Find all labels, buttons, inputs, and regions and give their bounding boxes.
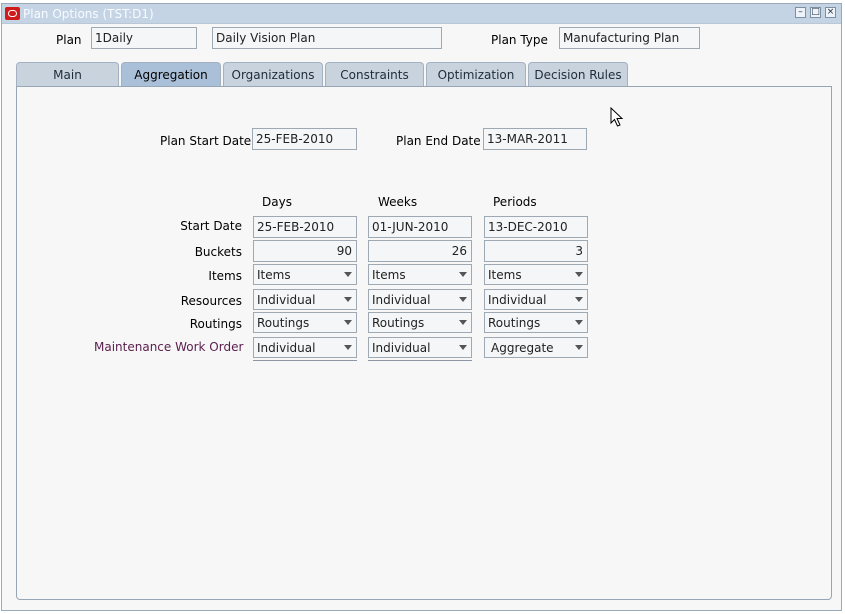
mouse-pointer-icon xyxy=(610,107,624,127)
days-items-select[interactable]: Items xyxy=(253,264,357,285)
weeks-maintenance-select[interactable]: Individual xyxy=(368,337,472,361)
periods-start-date-field[interactable]: 13-DEC-2010 xyxy=(484,216,588,238)
weeks-routings-select[interactable]: Routings xyxy=(368,312,472,333)
plan-type-label: Plan Type xyxy=(491,33,548,47)
row-label-maintenance-work-order: Maintenance Work Order xyxy=(94,340,244,354)
weeks-maintenance-value: Individual xyxy=(372,341,431,355)
column-header-days: Days xyxy=(262,195,292,209)
days-routings-value: Routings xyxy=(257,316,310,330)
plan-type-field[interactable]: Manufacturing Plan xyxy=(559,27,700,49)
tab-aggregation[interactable]: Aggregation xyxy=(121,62,221,87)
chevron-down-icon xyxy=(575,345,583,350)
tab-organizations[interactable]: Organizations xyxy=(223,62,323,86)
weeks-routings-value: Routings xyxy=(372,316,425,330)
row-label-routings: Routings xyxy=(189,317,242,331)
plan-end-date-label: Plan End Date xyxy=(396,134,481,148)
chevron-down-icon xyxy=(344,345,352,350)
column-header-periods: Periods xyxy=(493,195,537,209)
row-label-resources: Resources xyxy=(180,294,242,308)
chevron-down-icon xyxy=(575,272,583,277)
chevron-down-icon xyxy=(575,297,583,302)
periods-resources-value: Individual xyxy=(488,293,547,307)
periods-items-select[interactable]: Items xyxy=(484,264,588,285)
tab-constraints[interactable]: Constraints xyxy=(325,62,424,86)
plan-options-window: Plan Options (TST:D1) – □ × Plan 1Daily … xyxy=(1,3,842,611)
chevron-down-icon xyxy=(344,272,352,277)
periods-resources-select[interactable]: Individual xyxy=(484,289,588,310)
weeks-start-date-field[interactable]: 01-JUN-2010 xyxy=(368,216,472,238)
window-titlebar[interactable]: Plan Options (TST:D1) – □ × xyxy=(2,4,841,24)
days-buckets-field[interactable]: 90 xyxy=(253,240,357,262)
window-title: Plan Options (TST:D1) xyxy=(23,7,154,21)
days-resources-value: Individual xyxy=(257,293,316,307)
days-start-date-field[interactable]: 25-FEB-2010 xyxy=(253,216,357,238)
chevron-down-icon xyxy=(459,272,467,277)
weeks-resources-select[interactable]: Individual xyxy=(368,289,472,310)
column-header-weeks: Weeks xyxy=(378,195,418,209)
maximize-icon[interactable]: □ xyxy=(810,7,821,18)
days-items-value: Items xyxy=(257,268,291,282)
periods-maintenance-value: Aggregate xyxy=(491,341,554,355)
weeks-items-select[interactable]: Items xyxy=(368,264,472,285)
chevron-down-icon xyxy=(344,320,352,325)
chevron-down-icon xyxy=(575,320,583,325)
plan-label: Plan xyxy=(56,33,82,47)
plan-description-field[interactable]: Daily Vision Plan xyxy=(212,27,442,49)
weeks-buckets-field[interactable]: 26 xyxy=(368,240,472,262)
periods-buckets-field[interactable]: 3 xyxy=(484,240,588,262)
chevron-down-icon xyxy=(344,297,352,302)
periods-items-value: Items xyxy=(488,268,522,282)
days-resources-select[interactable]: Individual xyxy=(253,289,357,310)
periods-routings-select[interactable]: Routings xyxy=(484,312,588,333)
chevron-down-icon xyxy=(459,320,467,325)
days-maintenance-value: Individual xyxy=(257,341,316,355)
weeks-items-value: Items xyxy=(372,268,406,282)
row-label-buckets: Buckets xyxy=(194,245,242,259)
tab-main[interactable]: Main xyxy=(16,62,119,86)
oracle-logo-icon xyxy=(5,7,20,20)
weeks-resources-value: Individual xyxy=(372,293,431,307)
periods-routings-value: Routings xyxy=(488,316,541,330)
days-maintenance-select[interactable]: Individual xyxy=(253,337,357,361)
close-icon[interactable]: × xyxy=(825,7,836,18)
tab-decision-rules[interactable]: Decision Rules xyxy=(528,62,628,86)
days-routings-select[interactable]: Routings xyxy=(253,312,357,333)
plan-end-date-field[interactable]: 13-MAR-2011 xyxy=(483,128,587,150)
minimize-icon[interactable]: – xyxy=(795,7,806,18)
periods-maintenance-select[interactable]: Aggregate xyxy=(484,337,588,358)
chevron-down-icon xyxy=(459,297,467,302)
plan-start-date-field[interactable]: 25-FEB-2010 xyxy=(252,128,357,150)
tab-optimization[interactable]: Optimization xyxy=(426,62,526,86)
row-label-start-date: Start Date xyxy=(180,219,242,233)
chevron-down-icon xyxy=(459,345,467,350)
plan-start-date-label: Plan Start Date xyxy=(160,134,252,148)
plan-name-field[interactable]: 1Daily xyxy=(91,27,197,49)
row-label-items: Items xyxy=(208,269,242,283)
